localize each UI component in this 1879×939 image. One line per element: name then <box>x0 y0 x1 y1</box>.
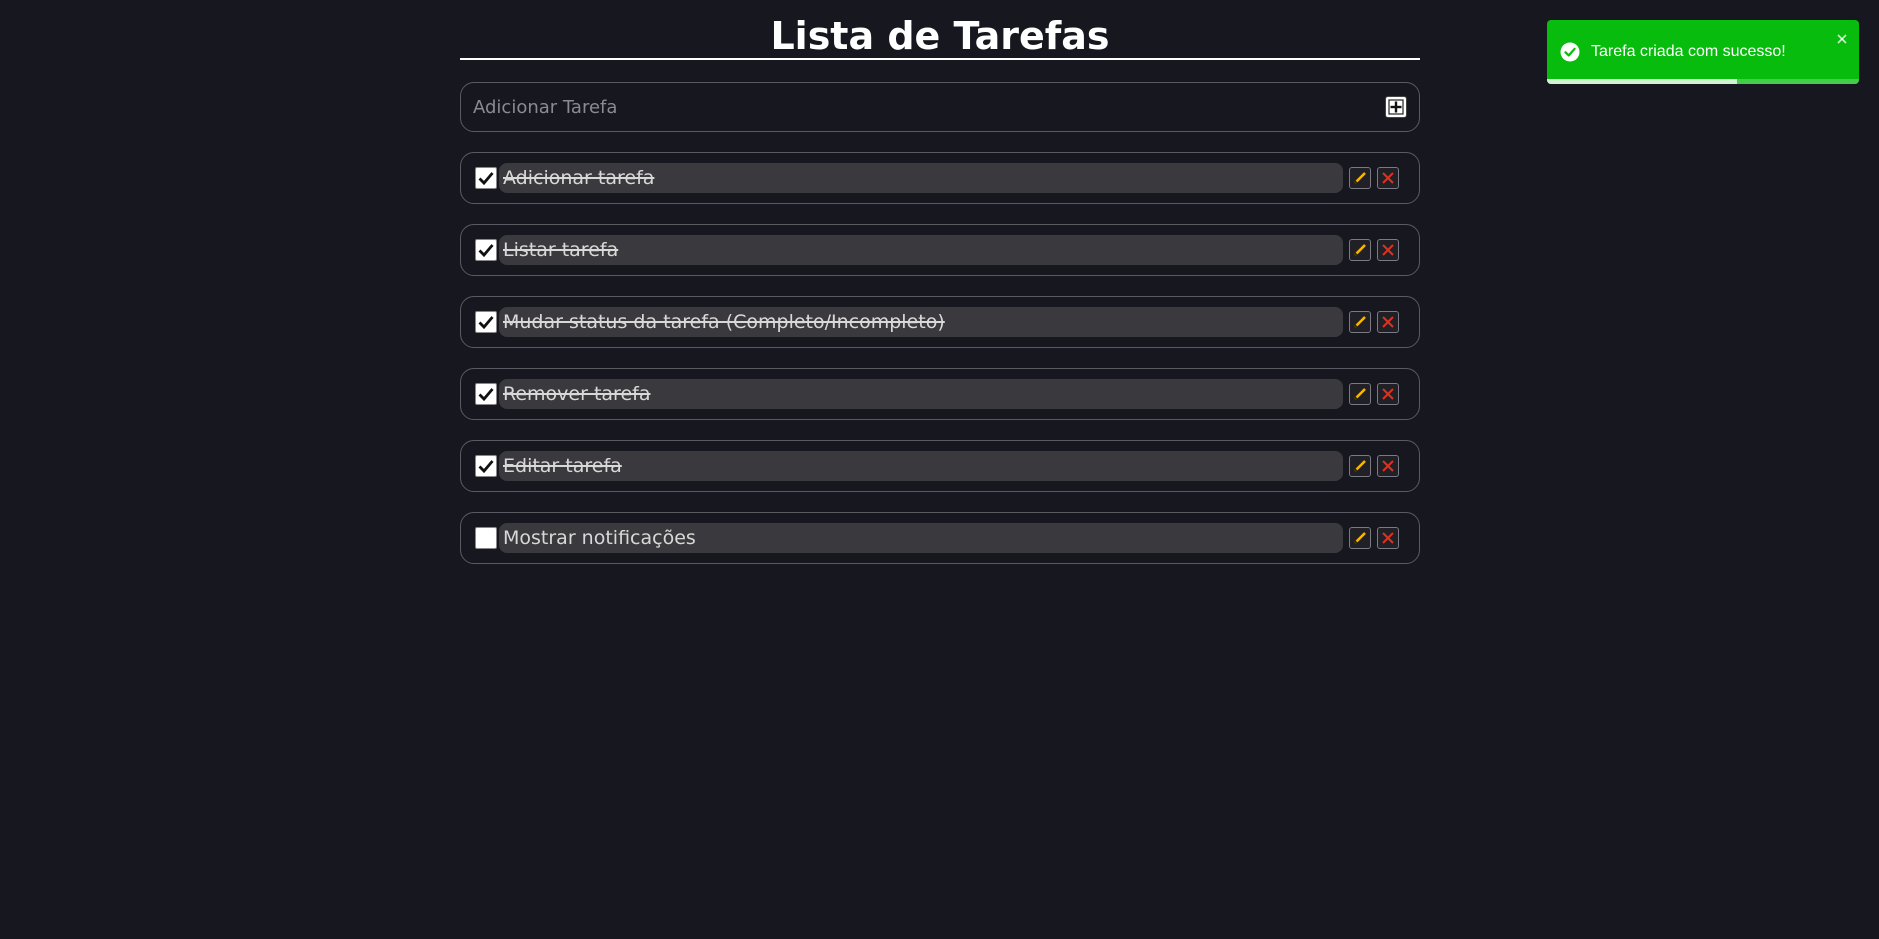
task-checkbox[interactable] <box>475 527 497 549</box>
delete-task-button[interactable] <box>1377 311 1399 333</box>
close-icon <box>1382 244 1394 256</box>
task-label[interactable]: Remover tarefa <box>499 379 1343 409</box>
task-label[interactable]: Mudar status da tarefa (Completo/Incompl… <box>499 307 1343 337</box>
task-item: Mostrar notificações <box>460 512 1420 564</box>
todo-app: Lista de Tarefas Adicionar tarefa Listar … <box>460 10 1420 564</box>
toast-progress-bar <box>1547 79 1738 84</box>
toast-close-button[interactable] <box>1835 32 1849 46</box>
add-task-form <box>460 82 1420 132</box>
task-checkbox[interactable] <box>475 311 497 333</box>
close-icon <box>1382 388 1394 400</box>
task-item: Editar tarefa <box>460 440 1420 492</box>
task-checkbox[interactable] <box>475 455 497 477</box>
task-checkbox[interactable] <box>475 167 497 189</box>
pencil-icon <box>1354 244 1366 256</box>
toast-progress-track <box>1547 79 1859 84</box>
edit-task-button[interactable] <box>1349 167 1371 189</box>
delete-task-button[interactable] <box>1377 239 1399 261</box>
task-checkbox[interactable] <box>475 239 497 261</box>
task-label[interactable]: Editar tarefa <box>499 451 1343 481</box>
pencil-icon <box>1354 172 1366 184</box>
task-label[interactable]: Adicionar tarefa <box>499 163 1343 193</box>
toast-message: Tarefa criada com sucesso! <box>1591 43 1786 60</box>
success-toast[interactable]: Tarefa criada com sucesso! <box>1547 20 1859 84</box>
edit-task-button[interactable] <box>1349 527 1371 549</box>
checkmark-icon <box>478 244 494 258</box>
close-icon <box>1382 316 1394 328</box>
close-icon <box>1382 532 1394 544</box>
delete-task-button[interactable] <box>1377 455 1399 477</box>
task-item: Remover tarefa <box>460 368 1420 420</box>
plus-icon <box>1388 99 1404 115</box>
add-task-button[interactable] <box>1385 96 1407 118</box>
pencil-icon <box>1354 460 1366 472</box>
checkmark-icon <box>478 172 494 186</box>
task-list: Adicionar tarefa Listar tarefa Mudar statu… <box>460 152 1420 564</box>
task-label[interactable]: Mostrar notificações <box>499 523 1343 553</box>
checkmark-icon <box>478 316 494 330</box>
delete-task-button[interactable] <box>1377 383 1399 405</box>
pencil-icon <box>1354 388 1366 400</box>
close-icon <box>1382 172 1394 184</box>
check-circle-icon <box>1560 42 1580 62</box>
task-item: Listar tarefa <box>460 224 1420 276</box>
edit-task-button[interactable] <box>1349 455 1371 477</box>
task-item: Adicionar tarefa <box>460 152 1420 204</box>
checkmark-icon <box>478 460 494 474</box>
delete-task-button[interactable] <box>1377 527 1399 549</box>
edit-task-button[interactable] <box>1349 383 1371 405</box>
add-task-input[interactable] <box>461 95 1385 119</box>
delete-task-button[interactable] <box>1377 167 1399 189</box>
task-item: Mudar status da tarefa (Completo/Incompl… <box>460 296 1420 348</box>
pencil-icon <box>1354 316 1366 328</box>
edit-task-button[interactable] <box>1349 239 1371 261</box>
close-icon <box>1382 460 1394 472</box>
checkmark-icon <box>478 388 494 402</box>
close-icon <box>1837 34 1847 44</box>
pencil-icon <box>1354 532 1366 544</box>
edit-task-button[interactable] <box>1349 311 1371 333</box>
page-title: Lista de Tarefas <box>460 10 1420 60</box>
task-checkbox[interactable] <box>475 383 497 405</box>
task-label[interactable]: Listar tarefa <box>499 235 1343 265</box>
